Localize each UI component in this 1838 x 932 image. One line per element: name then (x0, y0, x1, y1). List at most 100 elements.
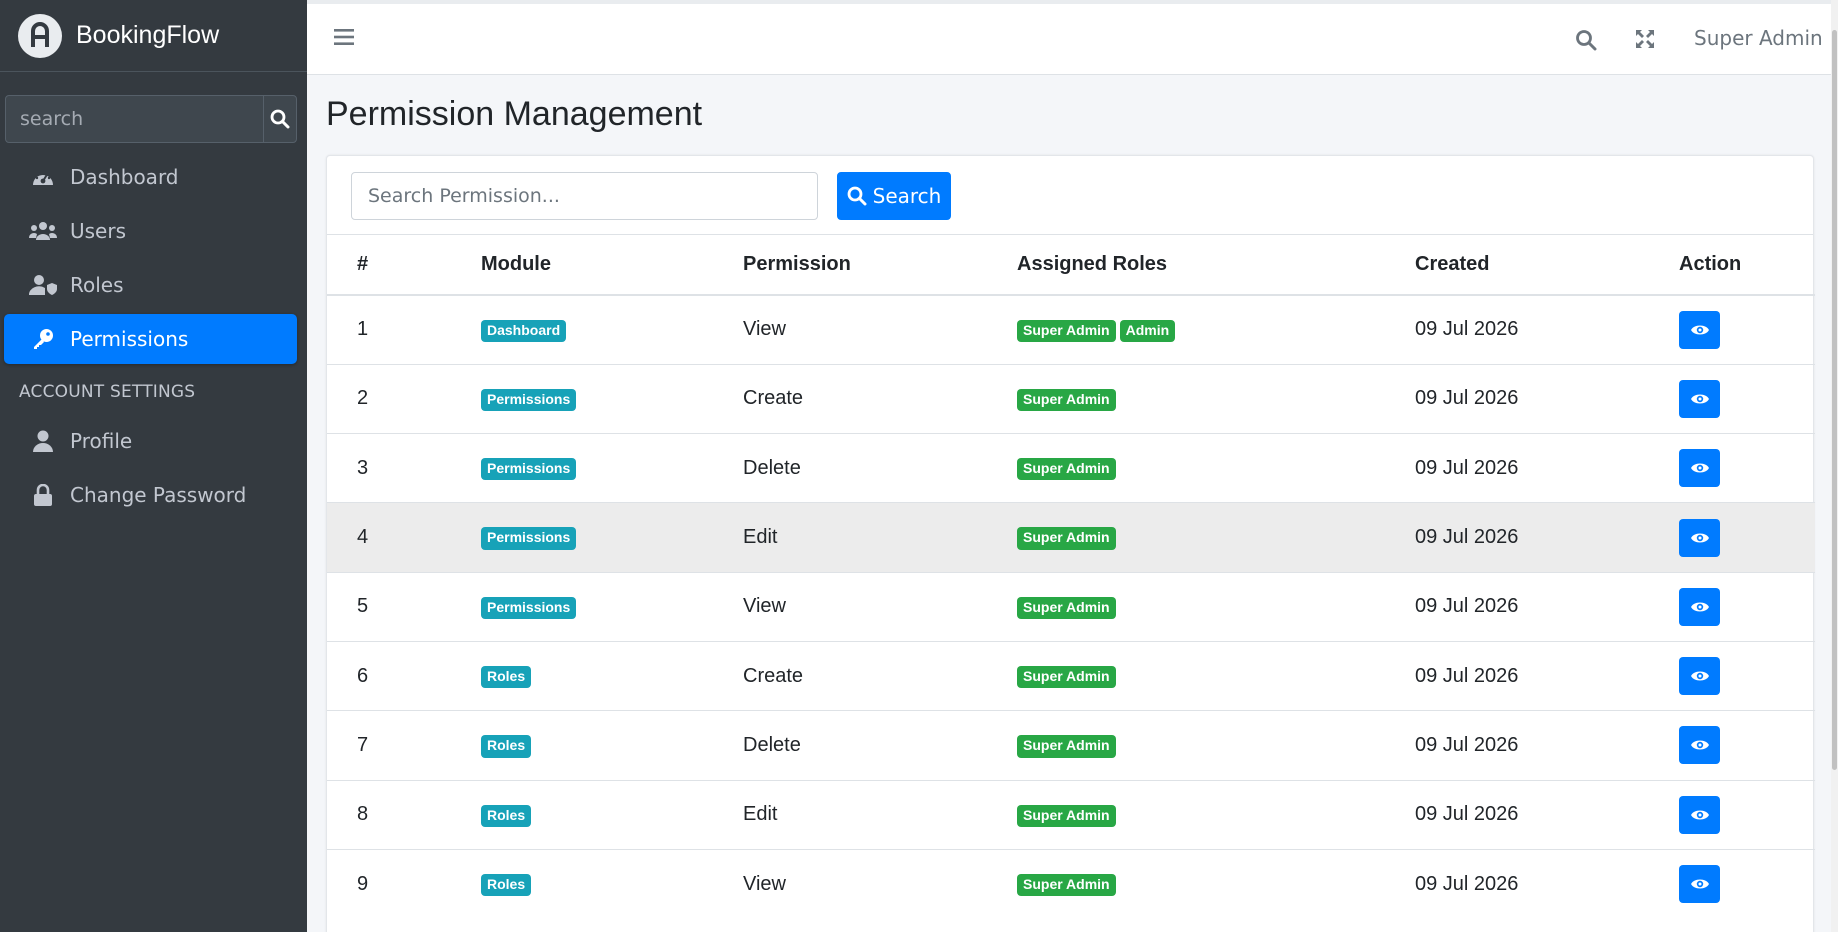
view-button[interactable] (1679, 310, 1720, 349)
brand-name: BookingFlow (76, 21, 220, 49)
view-button[interactable] (1679, 795, 1720, 834)
module-badge: Roles (481, 874, 532, 897)
action-cell (1649, 779, 1815, 850)
row-number: 5 (327, 571, 451, 642)
view-button[interactable] (1679, 865, 1720, 904)
sidebar-item-profile[interactable]: Profile (4, 416, 297, 466)
sidebar-item-dashboard[interactable]: Dashboard (4, 152, 297, 202)
sidebar-item-permissions[interactable]: Permissions (4, 314, 297, 364)
role-badge: Super Admin (1017, 458, 1116, 481)
role-badge: Super Admin (1017, 804, 1116, 827)
action-cell (1649, 433, 1815, 503)
assigned-roles-cell: Super Admin Admin (987, 294, 1385, 365)
sidebar-item-change-password[interactable]: Change Password (4, 470, 297, 520)
table-row: 8 Roles Edit Super Admin 09 Jul 2026 (327, 779, 1815, 850)
module-cell: Permissions (451, 502, 713, 573)
column-header-assigned-roles: Assigned Roles (987, 235, 1385, 296)
hamburger-menu-icon[interactable] (334, 28, 354, 46)
column-header-created: Created (1385, 235, 1649, 296)
action-cell (1649, 571, 1815, 642)
action-cell (1649, 640, 1815, 711)
created-cell: 09 Jul 2026 (1385, 571, 1649, 642)
sidebar: BookingFlow Dashboard Users Roles (0, 0, 307, 932)
column-header-module: Module (451, 235, 713, 296)
module-cell: Permissions (451, 363, 713, 434)
module-cell: Roles (451, 848, 713, 919)
user-icon (28, 430, 58, 452)
sidebar-item-label: Users (70, 219, 127, 243)
sidebar-item-label: Roles (70, 273, 124, 297)
row-number: 9 (327, 848, 451, 919)
sidebar-search-input[interactable] (6, 96, 263, 142)
sidebar-search (5, 95, 297, 143)
search-icon[interactable] (1575, 29, 1597, 51)
permission-cell: View (713, 848, 987, 919)
action-cell (1649, 710, 1815, 781)
view-button[interactable] (1679, 379, 1720, 418)
table-row: 7 Roles Delete Super Admin 09 Jul 2026 (327, 710, 1815, 781)
page-scrollbar[interactable] (1831, 0, 1838, 932)
row-number: 3 (327, 433, 451, 503)
topbar: Super Admin (307, 0, 1838, 75)
action-cell (1649, 294, 1815, 365)
sidebar-item-users[interactable]: Users (4, 206, 297, 256)
view-button[interactable] (1679, 449, 1720, 488)
sidebar-item-roles[interactable]: Roles (4, 260, 297, 310)
view-button[interactable] (1679, 657, 1720, 696)
module-cell: Permissions (451, 571, 713, 642)
eye-icon (1690, 462, 1709, 474)
account-settings-header: ACCOUNT SETTINGS (19, 382, 196, 402)
user-menu[interactable]: Super Admin (1694, 26, 1823, 50)
module-badge: Permissions (481, 527, 577, 550)
lock-icon (28, 484, 58, 506)
created-cell: 09 Jul 2026 (1385, 294, 1649, 365)
sidebar-search-button[interactable] (263, 96, 296, 142)
module-badge: Roles (481, 665, 532, 689)
table-row: 3 Permissions Delete Super Admin 09 Jul 2026 (327, 433, 1815, 503)
users-icon (28, 221, 58, 241)
role-badge: Super Admin (1017, 735, 1116, 758)
module-badge: Roles (481, 735, 532, 758)
permission-cell: Edit (713, 502, 987, 573)
module-cell: Roles (451, 779, 713, 850)
created-cell: 09 Jul 2026 (1385, 433, 1649, 503)
created-cell: 09 Jul 2026 (1385, 848, 1649, 919)
eye-icon (1690, 670, 1709, 682)
eye-icon (1690, 532, 1709, 544)
role-badge: Super Admin (1017, 388, 1116, 412)
permission-cell: Edit (713, 779, 987, 850)
view-button[interactable] (1679, 726, 1720, 765)
assigned-roles-cell: Super Admin (987, 571, 1385, 642)
table-row: 9 Roles View Super Admin 09 Jul 2026 (327, 848, 1815, 919)
search-icon (270, 109, 290, 129)
search-icon (847, 186, 867, 206)
role-badge: Super Admin (1017, 596, 1116, 620)
table-row: 1 Dashboard View Super Admin Admin 09 Jul 202… (327, 294, 1815, 365)
view-button[interactable] (1679, 587, 1720, 626)
module-badge: Dashboard (481, 319, 567, 343)
role-badge: Super Admin (1017, 874, 1116, 897)
sidebar-item-label: Dashboard (70, 165, 179, 189)
row-number: 4 (327, 502, 451, 573)
permission-cell: View (713, 571, 987, 642)
search-button[interactable]: Search (837, 172, 951, 220)
assigned-roles-cell: Super Admin (987, 363, 1385, 434)
page-title: Permission Management (326, 95, 703, 133)
row-number: 6 (327, 640, 451, 711)
fullscreen-icon[interactable] (1635, 29, 1655, 49)
eye-icon (1690, 809, 1709, 821)
table-body: 1 Dashboard View Super Admin Admin 09 Jul 202… (327, 294, 1815, 919)
created-cell: 09 Jul 2026 (1385, 640, 1649, 711)
column-header-action: Action (1649, 235, 1815, 296)
brand-logo-icon (18, 13, 62, 58)
role-badge: Super Admin (1017, 665, 1116, 689)
role-badge: Super Admin (1017, 527, 1116, 550)
eye-icon (1690, 324, 1709, 336)
permissions-card: Search # Module Permission Assigned Role… (326, 155, 1815, 932)
brand[interactable]: BookingFlow (0, 0, 307, 72)
table-row: 5 Permissions View Super Admin 09 Jul 2026 (327, 571, 1815, 642)
scrollbar-thumb[interactable] (1832, 30, 1837, 770)
view-button[interactable] (1679, 518, 1720, 557)
action-cell (1649, 848, 1815, 919)
search-permission-input[interactable] (351, 172, 818, 220)
